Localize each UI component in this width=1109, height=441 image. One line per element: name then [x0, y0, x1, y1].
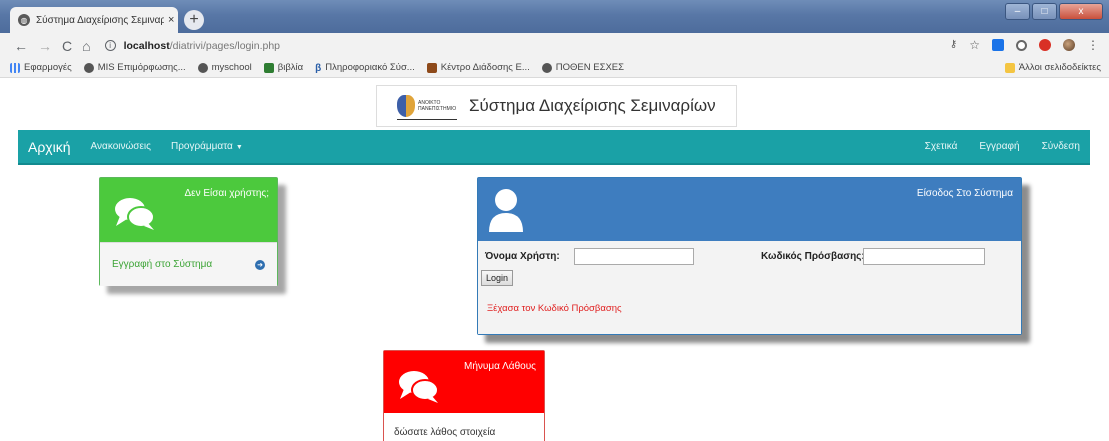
bookmark-item[interactable]: MIS Επιμόρφωσης...	[83, 62, 186, 73]
bookmark-label: MIS Επιμόρφωσης...	[97, 62, 186, 73]
login-panel: Είσοδος Στο Σύστημα Όνομα Χρήστη: Κωδικό…	[477, 177, 1022, 335]
forward-arrow-icon[interactable]: →	[38, 38, 52, 54]
other-bookmarks[interactable]: Άλλοι σελιδοδείκτες	[1004, 62, 1101, 73]
username-label: Όνομα Χρήστη:	[485, 251, 560, 262]
tab-title: Σύστημα Διαχείρισης Σεμιναρίω	[36, 14, 164, 26]
info-icon[interactable]: i	[104, 40, 116, 51]
minimize-button[interactable]: –	[1005, 3, 1030, 20]
error-panel: Μήνυμα Λάθους δώσατε λάθος στοιχεία	[383, 350, 545, 441]
register-panel-header: Δεν Είσαι χρήστης;	[100, 178, 277, 242]
bookmark-label: Κέντρο Διάδοσης Ε...	[440, 62, 530, 73]
password-input[interactable]	[863, 248, 985, 265]
nav-programs-dropdown[interactable]: Προγράμματα ▼	[171, 141, 243, 152]
nav-programs-label: Προγράμματα	[170, 141, 233, 152]
bookmark-label: Πληροφοριακό Σύσ...	[325, 62, 415, 73]
window-controls: – □ x	[1005, 3, 1103, 20]
login-form: Όνομα Χρήστη: Κωδικός Πρόσβασης: Login Ξ…	[478, 241, 1021, 334]
register-panel-title: Δεν Είσαι χρήστης;	[184, 188, 269, 199]
globe-icon	[197, 62, 208, 73]
browser-titlebar: ◍ Σύστημα Διαχείρισης Σεμιναρίω × + – □ …	[0, 0, 1109, 33]
bookmark-item[interactable]: Εφαρμογές	[10, 62, 72, 73]
browser-tab[interactable]: ◍ Σύστημα Διαχείρισης Σεμιναρίω ×	[10, 7, 178, 33]
user-icon	[489, 189, 523, 232]
apps-grid-icon	[10, 62, 20, 73]
bookmark-label: ΠΟΘΕΝ ΕΣΧΕΣ	[555, 62, 624, 73]
bookmark-star-icon[interactable]: ☆	[969, 38, 980, 52]
globe-icon	[83, 62, 94, 73]
address-bar[interactable]: i localhost/diatrivi/pages/login.php	[104, 39, 281, 52]
books-icon	[263, 62, 274, 73]
back-arrow-icon[interactable]: ←	[14, 38, 28, 54]
logo-text: ΑΝΟΙΚΤΟ ΠΑΝΕΠΙΣΤΗΜΙΟ	[418, 100, 457, 112]
folder-icon	[1004, 62, 1015, 73]
home-icon[interactable]: ⌂	[82, 38, 90, 54]
site-header: ΑΝΟΙΚΤΟ ΠΑΝΕΠΙΣΤΗΜΙΟ Σύστημα Διαχείρισης…	[376, 85, 737, 127]
site-title: Σύστημα Διαχείρισης Σεμιναρίων	[469, 96, 716, 115]
new-tab-button[interactable]: +	[184, 10, 204, 30]
login-panel-title: Είσοδος Στο Σύστημα	[916, 188, 1013, 199]
bookmark-item[interactable]: ΠΟΘΕΝ ΕΣΧΕΣ	[541, 62, 624, 73]
bookmark-label: myschool	[211, 62, 252, 73]
nav-register[interactable]: Εγγραφή	[979, 141, 1019, 152]
username-input[interactable]	[574, 248, 694, 265]
login-button[interactable]: Login	[481, 270, 513, 286]
bookmark-label: Εφαρμογές	[24, 62, 72, 73]
url-path: /diatrivi/pages/login.php	[169, 39, 281, 52]
key-icon[interactable]: ⚷	[950, 39, 957, 51]
url-host: localhost	[123, 39, 170, 52]
extension-icon[interactable]	[992, 39, 1004, 51]
other-bookmarks-label: Άλλοι σελιδοδείκτες	[1018, 62, 1101, 73]
menu-dots-icon[interactable]: ⋮	[1087, 38, 1099, 52]
arrow-circle-right-icon: ➜	[255, 259, 265, 270]
register-link[interactable]: Εγγραφή στο Σύστημα ➜	[100, 242, 277, 286]
beta-icon: β	[315, 62, 322, 74]
adblock-icon[interactable]	[1039, 39, 1051, 51]
bookmark-item[interactable]: myschool	[197, 62, 252, 73]
chat-bubbles-icon	[399, 371, 439, 403]
password-label: Κωδικός Πρόσβασης:	[761, 251, 865, 262]
bookmarks-bar: Εφαρμογές MIS Επιμόρφωσης... myschool βι…	[0, 58, 1109, 78]
extension-icon[interactable]	[1016, 39, 1027, 51]
globe-icon: ◍	[18, 14, 30, 26]
globe-icon	[541, 62, 552, 73]
login-panel-header: Είσοδος Στο Σύστημα	[478, 178, 1021, 241]
nav-home[interactable]: Αρχική	[28, 139, 71, 155]
university-logo[interactable]: ΑΝΟΙΚΤΟ ΠΑΝΕΠΙΣΤΗΜΙΟ	[397, 89, 461, 123]
register-panel: Δεν Είσαι χρήστης; Εγγραφή στο Σύστημα ➜	[99, 177, 278, 286]
register-link-label: Εγγραφή στο Σύστημα	[112, 259, 213, 270]
nav-right: Σχετικά Εγγραφή Σύνδεση	[925, 141, 1080, 152]
profile-avatar[interactable]	[1063, 39, 1075, 51]
bookmark-item[interactable]: β Πληροφοριακό Σύσ...	[315, 62, 415, 74]
caret-down-icon: ▼	[235, 144, 243, 151]
error-panel-title: Μήνυμα Λάθους	[463, 361, 536, 372]
nav-about[interactable]: Σχετικά	[925, 141, 958, 152]
close-window-button[interactable]: x	[1059, 3, 1103, 20]
reload-icon[interactable]: C	[62, 38, 72, 54]
bookmark-item[interactable]: βιβλία	[263, 62, 304, 73]
browser-toolbar: ← → C ⌂ i localhost/diatrivi/pages/login…	[0, 33, 1109, 58]
main-navbar: Αρχική Ανακοινώσεις Προγράμματα ▼ Σχετικά…	[18, 130, 1090, 165]
error-message: δώσατε λάθος στοιχεία	[384, 413, 544, 441]
maximize-button[interactable]: □	[1032, 3, 1057, 20]
bookmark-label: βιβλία	[277, 62, 304, 73]
kek-icon	[426, 62, 437, 73]
nav-login[interactable]: Σύνδεση	[1042, 141, 1080, 152]
nav-announcements[interactable]: Ανακοινώσεις	[91, 141, 151, 152]
logo-underline	[397, 119, 457, 120]
chat-bubbles-icon	[115, 198, 155, 230]
error-panel-header: Μήνυμα Λάθους	[384, 351, 544, 413]
logo-mark-icon	[397, 95, 415, 117]
toolbar-actions: ⚷ ☆ ⋮	[950, 38, 1099, 53]
forgot-password-link[interactable]: Ξέχασα τον Κωδικό Πρόσβασης	[487, 303, 622, 314]
tab-close-button[interactable]: ×	[168, 14, 174, 26]
bookmark-item[interactable]: Κέντρο Διάδοσης Ε...	[426, 62, 530, 73]
